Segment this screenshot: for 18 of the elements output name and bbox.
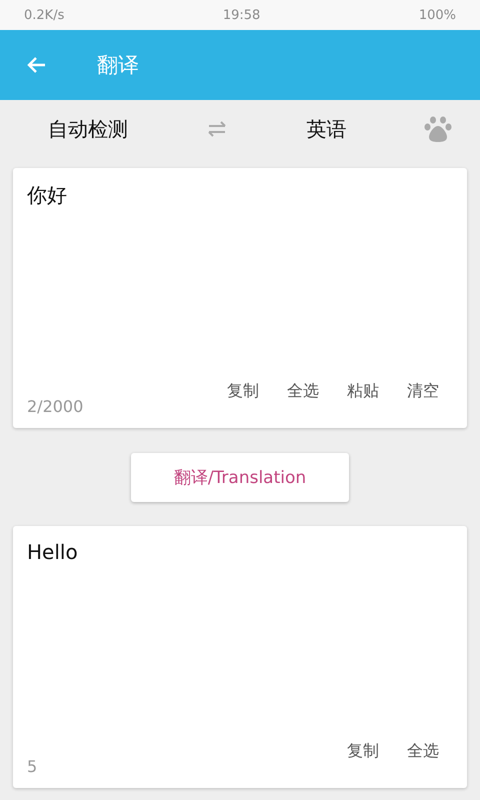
clock: 19:58 <box>222 8 260 22</box>
battery-level: 100% <box>418 8 456 22</box>
text-action[interactable]: 复制 <box>227 381 259 402</box>
source-language[interactable]: 自动检测 <box>48 116 128 142</box>
text-action[interactable]: 清空 <box>407 381 439 402</box>
text-action[interactable]: 全选 <box>407 741 439 762</box>
target-language[interactable]: 英语 <box>306 116 347 142</box>
translate-button[interactable]: 翻译/Translation <box>131 453 349 502</box>
source-text-field[interactable]: 你好 <box>27 182 453 209</box>
result-text: Hello <box>27 540 79 564</box>
network-speed: 0.2K/s <box>24 8 64 22</box>
character-count: 5 <box>27 757 38 776</box>
character-count: 2/2000 <box>27 397 84 416</box>
text-action[interactable]: 复制 <box>347 741 379 762</box>
page-title: 翻译 <box>97 52 139 79</box>
text-action[interactable]: 粘贴 <box>347 381 379 402</box>
paw-icon[interactable] <box>424 115 452 143</box>
text-action[interactable]: 全选 <box>287 381 319 402</box>
